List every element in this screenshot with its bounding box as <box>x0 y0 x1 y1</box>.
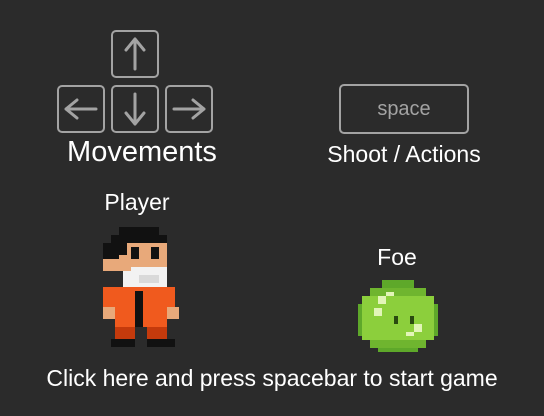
up-arrow-key <box>111 30 159 78</box>
game-screen[interactable]: space Movements Shoot / Actions Player F… <box>0 0 544 416</box>
right-arrow-key <box>165 85 213 133</box>
arrow-right-icon <box>172 98 206 120</box>
down-arrow-key <box>111 85 159 133</box>
player-sprite <box>103 227 179 347</box>
space-key: space <box>339 84 469 134</box>
foe-label: Foe <box>377 244 417 270</box>
movements-label: Movements <box>67 136 217 168</box>
arrow-up-icon <box>124 37 146 71</box>
shoot-actions-label: Shoot / Actions <box>327 141 481 167</box>
space-key-label: space <box>377 97 431 120</box>
arrow-left-icon <box>64 98 98 120</box>
arrow-down-icon <box>124 92 146 126</box>
player-label: Player <box>104 189 170 215</box>
left-arrow-key <box>57 85 105 133</box>
foe-sprite <box>358 280 438 352</box>
start-game-prompt[interactable]: Click here and press spacebar to start g… <box>0 365 544 392</box>
